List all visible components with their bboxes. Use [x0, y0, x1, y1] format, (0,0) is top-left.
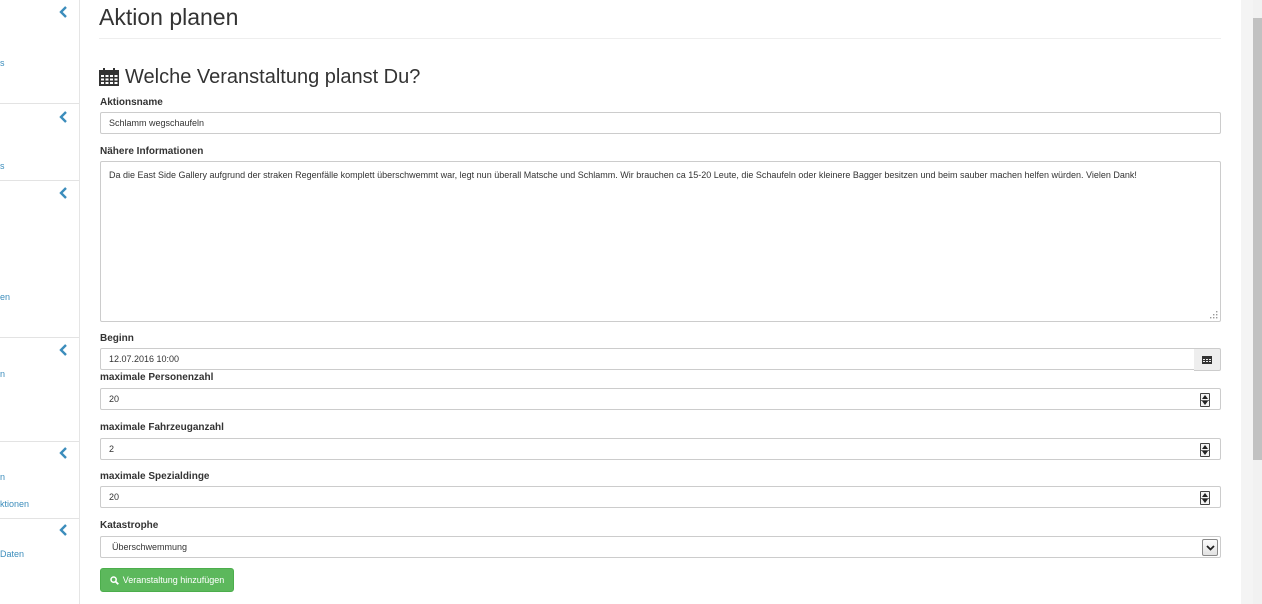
- search-icon: [109, 575, 119, 585]
- sidebar-group-4: n: [0, 338, 79, 442]
- scrollbar[interactable]: [1253, 0, 1262, 604]
- chevron-left-icon[interactable]: [59, 447, 69, 459]
- info-text: Da die East Side Gallery aufgrund der st…: [109, 170, 1137, 180]
- sidebar-group-6: Daten: [0, 519, 79, 604]
- sidebar-link[interactable]: n: [0, 472, 5, 482]
- action-name-label: Aktionsname: [100, 97, 163, 108]
- catastrophe-select[interactable]: Überschwemmung: [100, 536, 1221, 558]
- calendar-icon: [99, 68, 119, 86]
- max-persons-value: 20: [109, 394, 120, 404]
- sidebar-link[interactable]: s: [0, 161, 5, 171]
- max-vehicles-value: 2: [109, 444, 115, 454]
- add-event-button[interactable]: Veranstaltung hinzufügen: [100, 568, 234, 592]
- max-special-value: 20: [109, 492, 120, 502]
- chevron-left-icon[interactable]: [59, 187, 69, 199]
- sidebar-group-3: en: [0, 181, 79, 338]
- max-special-input[interactable]: 20: [100, 486, 1221, 508]
- info-textarea[interactable]: Da die East Side Gallery aufgrund der st…: [100, 161, 1221, 322]
- info-label: Nähere Informationen: [100, 146, 204, 157]
- sidebar: s s en n n ktionen Daten: [0, 0, 80, 604]
- main-content: Aktion planen Welche Veranstaltung plans…: [80, 0, 1241, 604]
- number-spinner[interactable]: [1200, 491, 1210, 505]
- begin-label: Beginn: [100, 333, 134, 344]
- section-header: Welche Veranstaltung planst Du?: [99, 64, 420, 90]
- add-event-label: Veranstaltung hinzufügen: [122, 575, 225, 585]
- content-gutter: [1241, 0, 1253, 604]
- max-persons-label: maximale Personenzahl: [100, 372, 214, 383]
- sidebar-link[interactable]: ktionen: [0, 499, 29, 509]
- sidebar-group-2: s: [0, 104, 79, 181]
- scrollbar-thumb[interactable]: [1253, 18, 1262, 460]
- chevron-left-icon[interactable]: [59, 111, 69, 123]
- max-vehicles-input[interactable]: 2: [100, 438, 1221, 460]
- chevron-left-icon[interactable]: [59, 524, 69, 536]
- number-spinner[interactable]: [1200, 393, 1210, 407]
- action-name-input[interactable]: Schlamm wegschaufeln: [100, 112, 1221, 134]
- max-special-label: maximale Spezialdinge: [100, 471, 210, 482]
- datepicker-button[interactable]: [1194, 348, 1221, 371]
- sidebar-link[interactable]: Daten: [0, 549, 24, 559]
- resize-handle-icon[interactable]: [1210, 311, 1218, 319]
- sidebar-link[interactable]: n: [0, 369, 5, 379]
- sidebar-group-1: s: [0, 0, 79, 104]
- chevron-left-icon[interactable]: [59, 6, 69, 18]
- chevron-down-icon[interactable]: [1202, 539, 1218, 556]
- number-spinner[interactable]: [1200, 443, 1210, 457]
- catastrophe-selected: Überschwemmung: [112, 542, 188, 552]
- title-divider: [99, 38, 1221, 39]
- max-persons-input[interactable]: 20: [100, 388, 1221, 410]
- page-title: Aktion planen: [99, 4, 239, 30]
- chevron-left-icon[interactable]: [59, 344, 69, 356]
- sidebar-link[interactable]: en: [0, 292, 10, 302]
- calendar-icon: [1202, 356, 1212, 364]
- sidebar-link[interactable]: s: [0, 58, 5, 68]
- section-title: Welche Veranstaltung planst Du?: [125, 65, 421, 88]
- sidebar-group-5: n ktionen: [0, 442, 79, 519]
- max-vehicles-label: maximale Fahrzeuganzahl: [100, 422, 224, 433]
- catastrophe-label: Katastrophe: [100, 520, 159, 531]
- begin-datetime-input[interactable]: 12.07.2016 10:00: [100, 348, 1195, 370]
